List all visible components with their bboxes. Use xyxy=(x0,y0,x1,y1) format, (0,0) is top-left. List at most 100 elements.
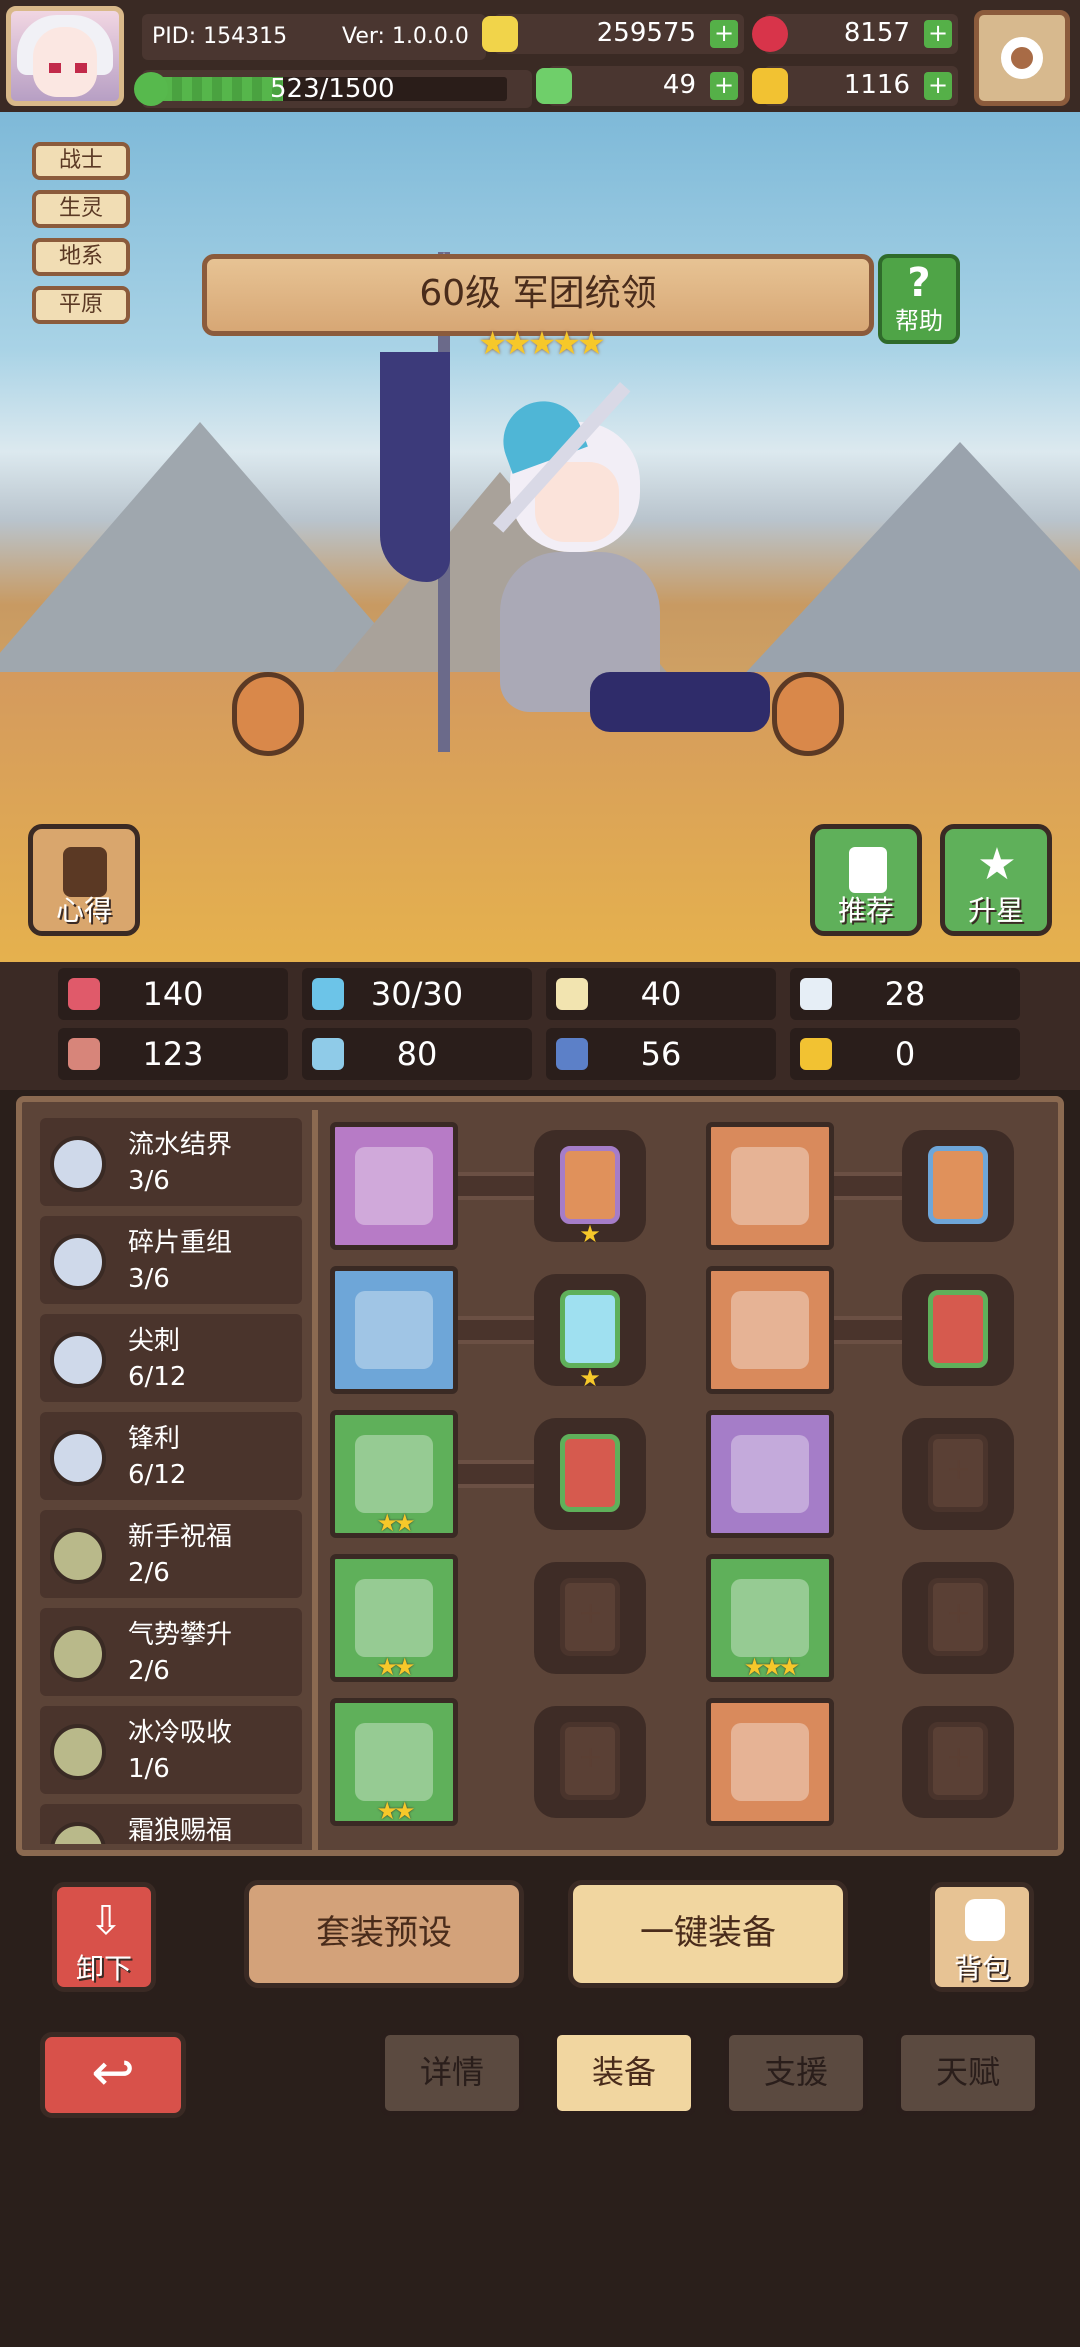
bag-button[interactable]: 背包 xyxy=(930,1882,1034,1992)
add-coins-button[interactable]: + xyxy=(710,20,738,48)
xp-fill xyxy=(162,77,283,101)
panel-divider xyxy=(312,1110,318,1852)
set-item[interactable]: 冰冷吸收 1/6 xyxy=(40,1706,302,1794)
equip-slot-ring[interactable]: ★★ xyxy=(330,1698,458,1826)
set-item[interactable]: 流水结界 3/6 xyxy=(40,1118,302,1206)
stat-value: 123 xyxy=(142,1035,204,1073)
empty-gem-socket[interactable]: + xyxy=(534,1562,646,1674)
plus-icon: + xyxy=(946,1740,972,1775)
boots-icon xyxy=(731,1723,809,1801)
equipment-panel: 流水结界 3/6 碎片重组 3/6 尖刺 6/12 锋利 6/12 新手祝福 2/6 气势… xyxy=(16,1096,1064,1992)
set-icon xyxy=(50,1332,106,1388)
auto-equip-button[interactable]: 一键装备 xyxy=(568,1880,848,1988)
equip-stars: ★★ xyxy=(376,1653,415,1681)
empty-gem-socket[interactable]: + xyxy=(534,1706,646,1818)
tag-element[interactable]: 地系 xyxy=(32,238,130,276)
set-item[interactable]: 气势攀升 2/6 xyxy=(40,1608,302,1696)
arrow-down-icon: ⇩ xyxy=(89,1898,123,1944)
top-bar: PID: 154315 Ver: 1.0.0.0 523/1500 259575… xyxy=(0,0,1080,112)
gem-socket[interactable]: ★ xyxy=(534,1274,646,1392)
gem-socket[interactable]: ★ xyxy=(534,1130,646,1248)
empty-gem-socket[interactable]: + xyxy=(902,1562,1014,1674)
set-name: 新手祝福 xyxy=(128,1522,233,1552)
set-item[interactable]: 新手祝福 2/6 xyxy=(40,1510,302,1598)
tab-equipment[interactable]: 装备 xyxy=(552,2030,696,2116)
star-icon: ★ xyxy=(977,839,1017,890)
stat-mana: 30/30 xyxy=(302,968,532,1020)
gem-link xyxy=(458,1316,534,1344)
equip-slot-round-shield[interactable] xyxy=(330,1266,458,1394)
equip-slot-sword[interactable] xyxy=(330,1122,458,1250)
gem-socket[interactable] xyxy=(902,1130,1014,1242)
round-shield-icon xyxy=(355,1291,433,1369)
set-item[interactable]: 碎片重组 3/6 xyxy=(40,1216,302,1304)
set-count: 3/6 xyxy=(128,1264,170,1294)
add-clover-button[interactable]: + xyxy=(710,72,738,100)
equip-slot-bracer[interactable] xyxy=(706,1410,834,1538)
plus-icon: + xyxy=(946,1596,972,1631)
version-label: Ver: 1.0.0.0 xyxy=(342,24,469,49)
tag-terrain[interactable]: 平原 xyxy=(32,286,130,324)
heart-icon xyxy=(68,978,100,1010)
player-avatar[interactable] xyxy=(6,6,124,106)
avatar-face xyxy=(33,27,97,97)
stat-value: 30/30 xyxy=(370,975,464,1013)
next-hero-arrow[interactable] xyxy=(772,672,844,756)
set-item[interactable]: 霜狼赐福 xyxy=(40,1804,302,1844)
equip-stars: ★★★ xyxy=(743,1653,801,1681)
empty-gem-socket[interactable]: + xyxy=(902,1418,1014,1530)
coin-icon xyxy=(482,16,518,52)
set-name: 锋利 xyxy=(128,1424,181,1454)
tab-details[interactable]: 详情 xyxy=(380,2030,524,2116)
star-up-button[interactable]: ★ 升星 xyxy=(940,824,1052,936)
belt-icon xyxy=(731,1579,809,1657)
equip-slot-boots[interactable] xyxy=(706,1698,834,1826)
settings-button[interactable] xyxy=(974,10,1070,106)
avatar-eye xyxy=(75,63,87,73)
equip-slot-armor[interactable] xyxy=(706,1266,834,1394)
prev-hero-arrow[interactable] xyxy=(232,672,304,756)
back-button[interactable]: ↩ xyxy=(40,2032,186,2118)
add-gems-button[interactable]: + xyxy=(924,20,952,48)
tag-race[interactable]: 生灵 xyxy=(32,190,130,228)
equip-slot-necklace[interactable]: ★★ xyxy=(330,1410,458,1538)
gem-socket[interactable] xyxy=(534,1418,646,1530)
thumbs-up-icon xyxy=(849,847,887,893)
tips-button[interactable]: 心得 xyxy=(28,824,140,936)
ruby-icon xyxy=(752,16,788,52)
preset-button[interactable]: 套装预设 xyxy=(244,1880,524,1988)
empty-gem-socket[interactable]: + xyxy=(902,1706,1014,1818)
set-name: 冰冷吸收 xyxy=(128,1718,233,1748)
equip-slot-belt[interactable]: ★★★ xyxy=(706,1554,834,1682)
unequip-button[interactable]: ⇩ 卸下 xyxy=(52,1882,156,1992)
stat-defense: 40 xyxy=(546,968,776,1020)
gem-socket[interactable] xyxy=(902,1274,1014,1386)
help-button[interactable]: ? 帮助 xyxy=(878,254,960,344)
coin-value: 259575 xyxy=(596,18,696,48)
plus-icon: + xyxy=(946,1452,972,1487)
hero-star-rating: ★★★★★ xyxy=(478,324,605,362)
add-keys-button[interactable]: + xyxy=(924,72,952,100)
set-icon xyxy=(50,1724,106,1780)
set-icon xyxy=(50,1430,106,1486)
key-icon xyxy=(752,68,788,104)
equip-slot-amulet[interactable]: ★★ xyxy=(330,1554,458,1682)
ring-icon xyxy=(355,1723,433,1801)
tab-talent[interactable]: 天赋 xyxy=(896,2030,1040,2116)
stat-value: 140 xyxy=(142,975,204,1013)
stat-value: 28 xyxy=(884,975,926,1013)
set-item[interactable]: 锋利 6/12 xyxy=(40,1412,302,1500)
equip-slot-crown[interactable] xyxy=(706,1122,834,1250)
recommend-button[interactable]: 推荐 xyxy=(810,824,922,936)
key-counter: 1116 + xyxy=(752,66,958,106)
gem-stars: ★ xyxy=(579,1220,601,1248)
scroll-icon xyxy=(556,1038,588,1070)
tab-support[interactable]: 支援 xyxy=(724,2030,868,2116)
set-name: 碎片重组 xyxy=(128,1228,233,1258)
clover-value: 49 xyxy=(662,70,696,100)
gem-icon xyxy=(560,1290,620,1368)
set-bonus-list[interactable]: 流水结界 3/6 碎片重组 3/6 尖刺 6/12 锋利 6/12 新手祝福 2/6 气势… xyxy=(40,1118,306,1844)
armor-icon xyxy=(731,1291,809,1369)
tag-class[interactable]: 战士 xyxy=(32,142,130,180)
set-item[interactable]: 尖刺 6/12 xyxy=(40,1314,302,1402)
